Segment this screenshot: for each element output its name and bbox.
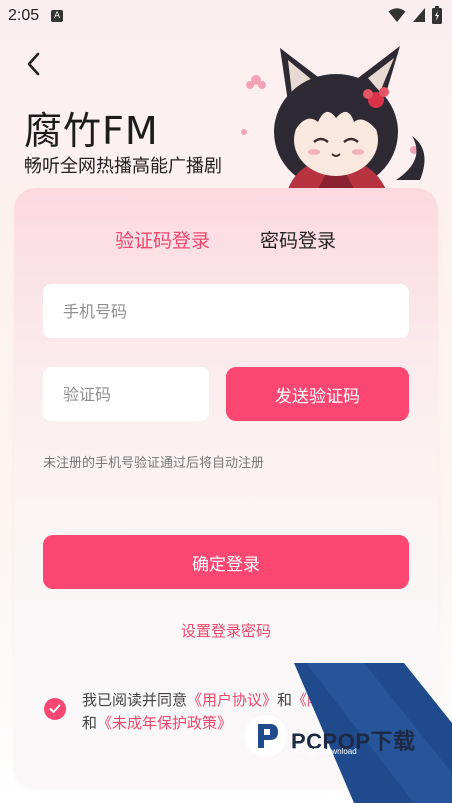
watermark-subtext: PCPOP Download <box>291 747 357 756</box>
agreement-text-line2: 和《未成年保护政策》 <box>82 712 232 733</box>
user-agreement-link[interactable]: 《用户协议》 <box>187 691 277 709</box>
set-password-link[interactable]: 设置登录密码 <box>0 620 452 641</box>
agreement-and: 和 <box>277 691 293 709</box>
back-button[interactable] <box>20 50 48 78</box>
wifi-icon <box>388 8 406 22</box>
agreement-text: 我已阅读并同意《用户协议》和《隐 <box>82 689 322 710</box>
send-code-button[interactable]: 发送验证码 <box>226 367 409 421</box>
phone-input[interactable] <box>43 284 409 338</box>
status-bar: 2:05 A <box>0 0 452 32</box>
verification-code-input[interactable] <box>43 367 209 421</box>
tab-password-login[interactable]: 密码登录 <box>260 226 336 253</box>
signal-icon <box>413 8 425 22</box>
auto-register-hint: 未注册的手机号验证通过后将自动注册 <box>43 456 265 471</box>
battery-icon <box>432 6 442 24</box>
notification-icon: A <box>51 10 64 22</box>
status-time: 2:05 <box>8 7 40 24</box>
app-subtitle: 畅听全网热播高能广播剧 <box>24 156 222 177</box>
agreement-checkbox[interactable] <box>44 698 66 720</box>
mascot-illustration <box>241 46 425 195</box>
minor-policy-link[interactable]: 《未成年保护政策》 <box>97 714 232 732</box>
status-icons <box>388 6 442 24</box>
tab-sms-login[interactable]: 验证码登录 <box>115 226 210 253</box>
chevron-left-icon <box>27 52 40 76</box>
agreement-and: 和 <box>82 714 98 732</box>
agreement-prefix: 我已阅读并同意 <box>82 691 188 709</box>
check-icon <box>49 704 61 713</box>
app-title: 腐竹FM <box>24 109 159 153</box>
confirm-login-button[interactable]: 确定登录 <box>43 535 409 589</box>
pcpop-logo-icon <box>245 715 287 757</box>
